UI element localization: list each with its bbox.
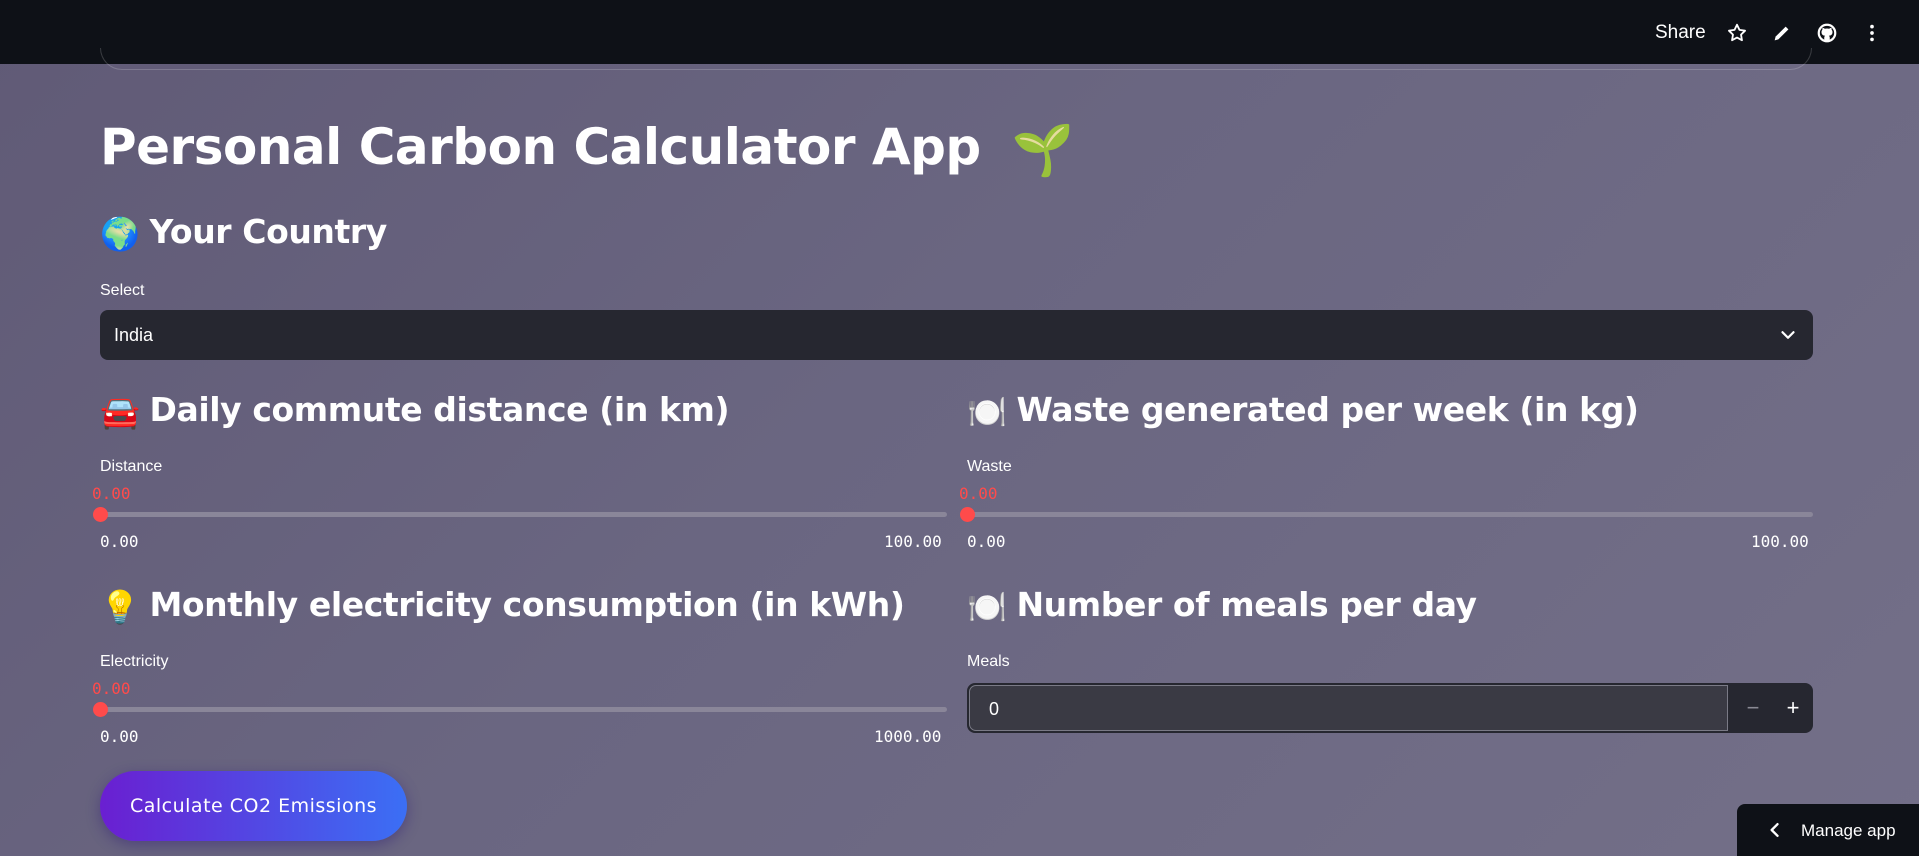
distance-slider-track[interactable] <box>100 512 947 517</box>
meals-heading-text: Number of meals per day <box>1016 585 1477 624</box>
waste-heading-text: Waste generated per week (in kg) <box>1016 390 1639 429</box>
page-title-text: Personal Carbon Calculator App <box>100 118 981 176</box>
waste-slider-min: 0.00 <box>967 532 1006 551</box>
increment-button[interactable]: + <box>1773 683 1813 733</box>
lightbulb-icon: 💡 <box>100 587 140 626</box>
distance-slider-label: Distance <box>100 458 163 475</box>
share-button[interactable]: Share <box>1655 22 1706 44</box>
country-select-label: Select <box>100 282 145 299</box>
pencil-icon[interactable] <box>1769 20 1795 46</box>
manage-app-label: Manage app <box>1801 821 1896 840</box>
page-title: Personal Carbon Calculator App 🌱 <box>100 118 1074 180</box>
github-icon[interactable] <box>1814 20 1840 46</box>
distance-slider-thumb[interactable] <box>93 507 108 522</box>
calculate-co2-button[interactable]: Calculate CO2 Emissions <box>100 771 407 841</box>
waste-slider-label: Waste <box>967 458 1012 475</box>
distance-slider-min: 0.00 <box>100 532 139 551</box>
manage-app-button[interactable]: Manage app <box>1737 804 1919 856</box>
electricity-slider-track[interactable] <box>100 707 947 712</box>
electricity-slider-thumb[interactable] <box>93 702 108 717</box>
chevron-down-icon <box>1781 331 1795 339</box>
waste-slider-value: 0.00 <box>959 484 998 503</box>
country-select-value: India <box>114 325 154 345</box>
car-icon: 🚘 <box>100 392 140 431</box>
previous-input-edge <box>100 48 1812 70</box>
meals-heading: 🍽️ Number of meals per day <box>967 585 1477 626</box>
plate-icon: 🍽️ <box>967 587 1007 626</box>
waste-slider-thumb[interactable] <box>960 507 975 522</box>
seedling-icon: 🌱 <box>1011 121 1074 179</box>
electricity-slider-max: 1000.00 <box>874 727 942 746</box>
commute-heading: 🚘 Daily commute distance (in km) <box>100 390 730 431</box>
globe-icon: 🌍 <box>100 214 140 253</box>
electricity-slider-min: 0.00 <box>100 727 139 746</box>
meals-input-field[interactable]: 0 <box>969 685 1728 731</box>
electricity-slider-value: 0.00 <box>92 679 131 698</box>
country-select[interactable]: India <box>100 310 1813 360</box>
meals-input-value: 0 <box>989 699 1000 719</box>
distance-slider-value: 0.00 <box>92 484 131 503</box>
meals-input-label: Meals <box>967 653 1010 670</box>
star-icon[interactable] <box>1724 20 1750 46</box>
chevron-left-icon <box>1770 823 1779 837</box>
waste-slider-max: 100.00 <box>1751 532 1809 551</box>
electricity-heading-text: Monthly electricity consumption (in kWh) <box>149 585 905 624</box>
decrement-button[interactable]: − <box>1733 683 1773 733</box>
waste-heading: 🍽️ Waste generated per week (in kg) <box>967 390 1639 431</box>
electricity-slider-label: Electricity <box>100 653 169 670</box>
commute-heading-text: Daily commute distance (in km) <box>149 390 730 429</box>
more-vertical-icon[interactable] <box>1859 20 1885 46</box>
meals-number-input: 0 − + <box>967 683 1813 733</box>
waste-slider-track[interactable] <box>967 512 1813 517</box>
plate-icon: 🍽️ <box>967 392 1007 431</box>
distance-slider-max: 100.00 <box>884 532 942 551</box>
electricity-heading: 💡 Monthly electricity consumption (in kWh… <box>100 585 905 626</box>
country-heading-text: Your Country <box>149 212 387 251</box>
country-heading: 🌍 Your Country <box>100 212 387 253</box>
